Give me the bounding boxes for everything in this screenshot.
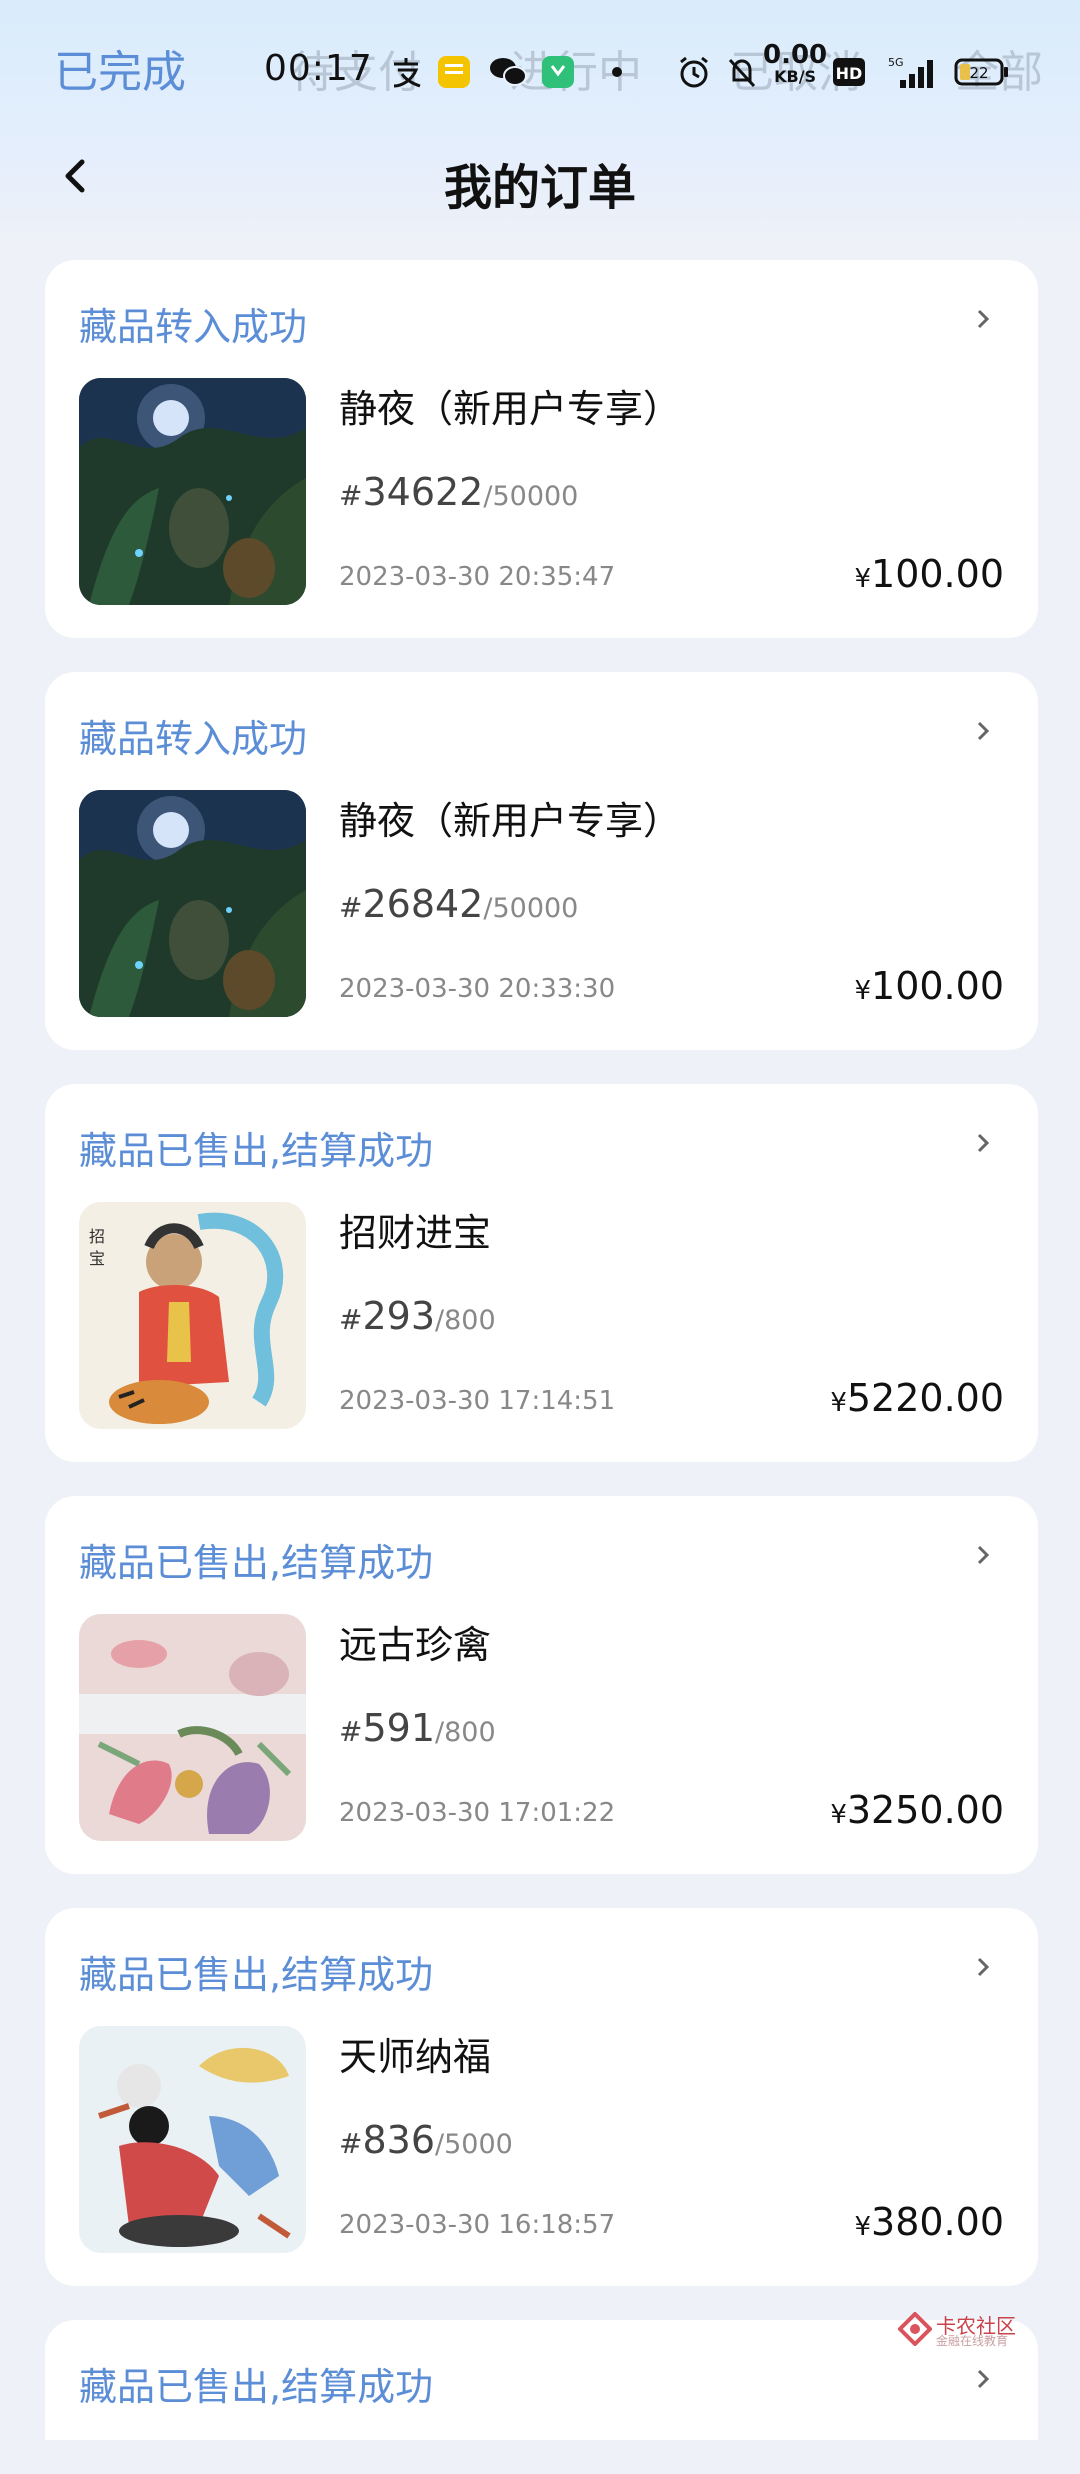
hd-icon: HD — [833, 58, 865, 86]
svg-text:22: 22 — [969, 64, 988, 82]
order-card[interactable]: 藏品已售出,结算成功 招 宝 招财进宝 #293/800 2023-03-30 … — [45, 1084, 1038, 1462]
order-time: 2023-03-30 17:14:51 — [339, 1386, 616, 1416]
order-list: 藏品转入成功 静夜（新用户专享） #34622/50000 2023-03-30… — [45, 260, 1038, 2474]
order-card[interactable]: 藏品已售出,结算成功 天师纳福 #836/5000 2023-03-30 16:… — [45, 1908, 1038, 2286]
night-artwork-image — [79, 378, 306, 605]
product-thumbnail — [79, 1614, 306, 1841]
order-card[interactable]: 藏品转入成功 静夜（新用户专享） #34622/50000 2023-03-30… — [45, 260, 1038, 638]
page-title: 我的订单 — [443, 160, 636, 216]
edition-number: #591/800 — [339, 1706, 496, 1750]
celestial-master-artwork-image — [79, 2026, 306, 2253]
order-status: 藏品已售出,结算成功 — [79, 1129, 434, 1173]
order-time: 2023-03-30 17:01:22 — [339, 1798, 616, 1828]
product-thumbnail — [79, 790, 306, 1017]
order-price: ¥380.00 — [854, 2200, 1004, 2244]
night-artwork-image — [79, 790, 306, 1017]
product-name: 天师纳福 — [339, 2035, 492, 2079]
product-name: 静夜（新用户专享） — [339, 799, 682, 843]
wechat-icon — [490, 58, 527, 86]
svg-text:HD: HD — [836, 64, 863, 83]
product-thumbnail — [79, 2026, 306, 2253]
svg-text:招: 招 — [89, 1227, 105, 1246]
signal-5g-icon: 5G — [888, 56, 933, 88]
alipay-icon — [393, 58, 421, 88]
chevron-right-icon[interactable] — [972, 1132, 994, 1154]
svg-text:5G: 5G — [888, 56, 904, 69]
title-bar: 我的订单 — [0, 140, 1080, 220]
order-status: 藏品已售出,结算成功 — [79, 2365, 434, 2409]
edition-number: #836/5000 — [339, 2118, 513, 2162]
product-name: 远古珍禽 — [339, 1623, 492, 1667]
order-status: 藏品已售出,结算成功 — [79, 1541, 434, 1585]
order-time: 2023-03-30 20:35:47 — [339, 562, 616, 592]
clock: 00:17 — [264, 48, 373, 89]
wealth-god-artwork-image: 招 宝 — [79, 1202, 306, 1429]
svg-text:宝: 宝 — [89, 1249, 105, 1268]
chevron-right-icon[interactable] — [972, 2368, 994, 2390]
alarm-icon — [680, 56, 708, 88]
order-time: 2023-03-30 20:33:30 — [339, 974, 616, 1004]
chevron-right-icon[interactable] — [972, 720, 994, 742]
order-card[interactable]: 藏品已售出,结算成功 远古珍禽 #591/800 2023-03-30 17:0… — [45, 1496, 1038, 1874]
order-price: ¥3250.00 — [830, 1788, 1004, 1832]
order-price: ¥100.00 — [854, 964, 1004, 1008]
chevron-right-icon[interactable] — [972, 308, 994, 330]
order-card[interactable]: 藏品转入成功 静夜（新用户专享） #26842/50000 2023-03-30… — [45, 672, 1038, 1050]
product-name: 招财进宝 — [339, 1211, 492, 1255]
status-bar: 00:17 0.00 KB/S HD 5G 22 — [0, 40, 1080, 100]
order-status: 藏品转入成功 — [79, 717, 308, 761]
product-thumbnail — [79, 378, 306, 605]
edition-number: #34622/50000 — [339, 470, 579, 514]
ancient-birds-artwork-image — [79, 1614, 306, 1841]
order-time: 2023-03-30 16:18:57 — [339, 2210, 616, 2240]
mute-bell-icon — [728, 58, 756, 88]
watermark-logo: 卡农社区 金融在线教育 — [898, 2310, 1028, 2350]
edition-number: #26842/50000 — [339, 882, 579, 926]
edition-number: #293/800 — [339, 1294, 496, 1338]
order-card[interactable]: 藏品已售出,结算成功 — [45, 2320, 1038, 2440]
app-store-icon — [542, 56, 574, 88]
order-status: 藏品已售出,结算成功 — [79, 1953, 434, 1997]
product-name: 静夜（新用户专享） — [339, 387, 682, 431]
chevron-right-icon[interactable] — [972, 1956, 994, 1978]
header-background: 已完成 待支付 进行中 已取消 全部 00:17 0.00 KB/S HD 5G… — [0, 0, 1080, 245]
order-status: 藏品转入成功 — [79, 305, 308, 349]
order-price: ¥100.00 — [854, 552, 1004, 596]
product-thumbnail: 招 宝 — [79, 1202, 306, 1429]
network-speed: 0.00 KB/S — [763, 40, 828, 86]
notes-app-icon — [438, 56, 470, 88]
order-price: ¥5220.00 — [830, 1376, 1004, 1420]
battery-icon: 22 — [954, 58, 1008, 86]
dot-icon — [612, 67, 622, 77]
chevron-right-icon[interactable] — [972, 1544, 994, 1566]
watermark-icon — [898, 2312, 932, 2346]
